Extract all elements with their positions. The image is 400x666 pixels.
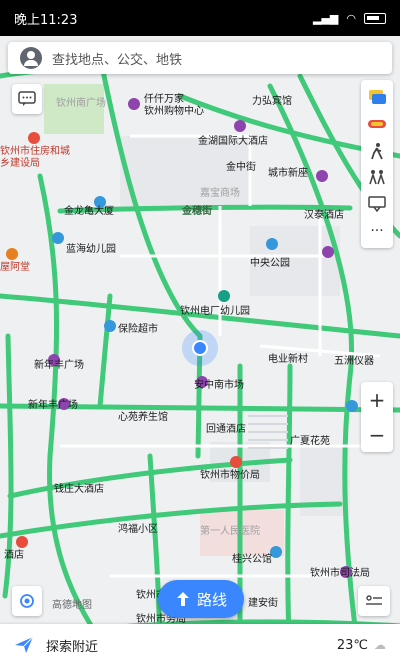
- map-label: 嘉宝商场: [200, 188, 240, 199]
- weather[interactable]: 23℃ ☁: [337, 638, 386, 653]
- locate-button[interactable]: [12, 586, 42, 616]
- poi-icon: [104, 320, 116, 332]
- group-icon: [369, 170, 385, 185]
- battery-icon: [364, 12, 386, 24]
- zoom-in-button[interactable]: +: [369, 390, 386, 410]
- map-label: 新年丰广场: [28, 400, 78, 411]
- report-tool-button[interactable]: [365, 193, 389, 215]
- locate-icon: [20, 594, 34, 608]
- walk-icon: [371, 142, 383, 160]
- map-label: 建安街: [248, 598, 278, 609]
- map-label: 金湖国际大酒店: [198, 136, 268, 147]
- map-label: 钦州南广场: [56, 98, 106, 109]
- map-label: 广夏花苑: [290, 436, 330, 447]
- map-label: 酒店: [4, 550, 24, 561]
- report-icon: [368, 196, 386, 212]
- map-tools-panel: ···: [361, 80, 393, 248]
- map-label: 汉泰酒店: [304, 210, 344, 221]
- group-tool-button[interactable]: [365, 166, 389, 188]
- avatar-icon[interactable]: [20, 47, 42, 69]
- poi-icon: [234, 120, 246, 132]
- map-label: 力弘宾馆: [252, 96, 292, 107]
- map-label: 屋阿堂: [0, 262, 30, 273]
- map-label: 新年丰广场: [34, 360, 84, 371]
- map-label: 钦州市住房和城乡建设局: [0, 146, 70, 169]
- map-label: 金中街: [226, 162, 256, 173]
- walk-tool-button[interactable]: [365, 140, 389, 162]
- map-label: 钦州购物中心: [144, 106, 204, 117]
- map-label: 保险超市: [118, 324, 158, 335]
- map-label: 电业新村: [268, 354, 308, 365]
- signal-icon: ▂▄▆: [313, 11, 339, 25]
- bus-icon: [368, 119, 386, 128]
- map-label: 金穗街: [182, 206, 212, 217]
- map-label: 蓝海幼儿园: [66, 244, 116, 255]
- hospital-icon: [28, 132, 40, 144]
- map-label: 第一人民医院: [200, 526, 260, 537]
- traffic-tool-button[interactable]: [365, 86, 389, 108]
- map-label: 安中南市场: [194, 380, 244, 391]
- poi-icon: [128, 98, 140, 110]
- current-location-marker: [182, 330, 218, 366]
- poi-icon: [266, 238, 278, 250]
- weather-icon: ☁: [374, 638, 386, 652]
- map-label: 回通酒店: [206, 424, 246, 435]
- layers-icon: [366, 595, 382, 605]
- message-button[interactable]: [12, 84, 42, 114]
- map-label: 城市新座: [268, 168, 308, 179]
- explore-nearby-label[interactable]: 探索附近: [46, 636, 337, 655]
- layers-button[interactable]: [358, 586, 390, 616]
- map-label: 钦州市司法局: [310, 568, 370, 579]
- map-label: 仟仟万家: [144, 94, 184, 105]
- temperature: 23℃: [336, 637, 368, 653]
- paper-plane-icon: [15, 636, 34, 653]
- map-label: 钦州市物价局: [200, 470, 260, 481]
- hospital-icon: [230, 456, 242, 468]
- bottom-bar[interactable]: 探索附近 23℃ ☁: [0, 624, 400, 666]
- poi-icon: [316, 170, 328, 182]
- map-label: 五洲仪器: [334, 356, 374, 367]
- map-label: 钦州电厂幼儿园: [180, 306, 250, 317]
- map-label: 金龙亀大厦: [64, 206, 114, 217]
- message-icon: [18, 91, 36, 106]
- more-tool-button[interactable]: ···: [365, 220, 389, 242]
- hospital-icon: [16, 536, 28, 548]
- map-label: 心苑养生馆: [118, 412, 168, 423]
- map-label: 鸿福小区: [118, 524, 158, 535]
- map-label: 钱庄大酒店: [54, 484, 104, 495]
- poi-icon: [346, 400, 358, 412]
- route-icon: [176, 592, 189, 606]
- more-icon: ···: [370, 222, 384, 239]
- status-bar: 晚上11:23 ▂▄▆ ◠: [0, 0, 400, 36]
- wifi-icon: ◠: [346, 11, 356, 25]
- poi-icon: [218, 290, 230, 302]
- map-label: 桂兴公馆: [232, 554, 272, 565]
- poi-icon: [52, 232, 64, 244]
- route-button[interactable]: 路线: [158, 580, 244, 618]
- status-icons: ▂▄▆ ◠: [313, 12, 386, 25]
- status-time: 晚上11:23: [14, 12, 78, 28]
- zoom-controls: + −: [361, 382, 393, 452]
- map-logo: 高德地图: [52, 600, 92, 611]
- poi-icon: [6, 248, 18, 260]
- poi-icon: [322, 246, 334, 258]
- bus-tool-button[interactable]: [365, 113, 389, 135]
- route-label: 路线: [196, 590, 227, 609]
- location-dot: [192, 340, 208, 356]
- traffic-icon: [369, 90, 386, 105]
- search-bar[interactable]: 查找地点、公交、地铁: [8, 42, 392, 74]
- search-placeholder[interactable]: 查找地点、公交、地铁: [52, 49, 182, 68]
- zoom-out-button[interactable]: −: [369, 425, 386, 445]
- map-label: 中央公园: [250, 258, 290, 269]
